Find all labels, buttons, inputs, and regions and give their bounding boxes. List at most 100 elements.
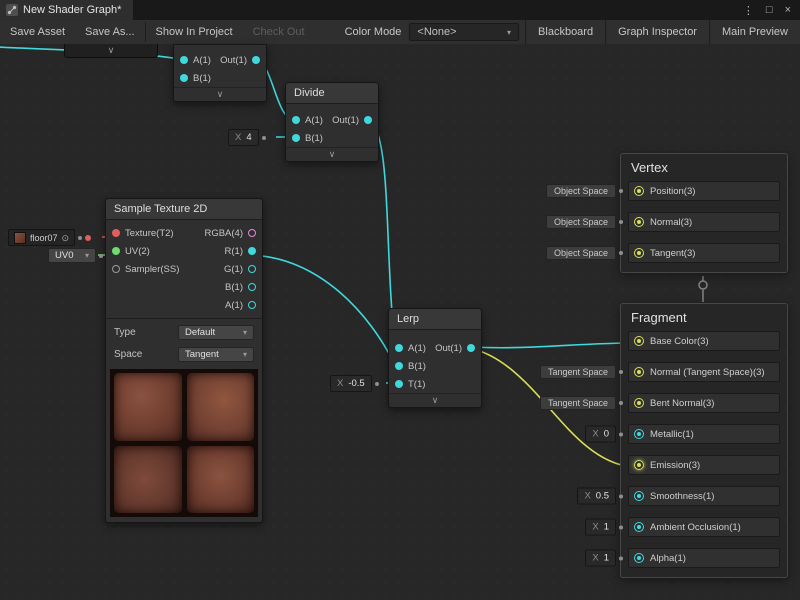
port-label: Texture(T2)	[125, 228, 174, 239]
vertex-row-position[interactable]: Object Space Position(3)	[628, 181, 780, 201]
b-output-port[interactable]	[248, 283, 256, 291]
lerp-a-port[interactable]	[395, 344, 403, 352]
smoothness-port[interactable]	[634, 491, 644, 501]
x-component-value[interactable]: 1	[604, 553, 609, 564]
collapse-control[interactable]: ∨	[286, 147, 378, 161]
fragment-row-smoothness[interactable]: X 0.5 Smoothness(1)	[628, 486, 780, 506]
vertex-row-normal[interactable]: Object Space Normal(3)	[628, 212, 780, 232]
a-output-port[interactable]	[248, 301, 256, 309]
sampler-input-port[interactable]	[112, 265, 120, 273]
fragment-row-metallic[interactable]: X 0 Metallic(1)	[628, 424, 780, 444]
lerp-node[interactable]: Lerp A(1) Out(1) B(1) T(1)	[388, 308, 482, 408]
divide-node[interactable]: Divide A(1) Out(1) B(1) ∨	[285, 82, 379, 162]
texture-object-field[interactable]: floor07 ⊙	[8, 229, 75, 246]
fragment-row-normal[interactable]: Tangent Space Normal (Tangent Space)(3)	[628, 362, 780, 382]
menu-icon[interactable]: ⋮	[743, 4, 754, 17]
close-icon[interactable]: ×	[785, 4, 791, 16]
fragment-row-ambient-occlusion[interactable]: X 1 Ambient Occlusion(1)	[628, 517, 780, 537]
ambient-occlusion-value-field[interactable]: X 1	[585, 519, 616, 536]
r-output-port[interactable]	[248, 247, 256, 255]
collapsed-node[interactable]: ∨	[64, 44, 158, 58]
emission-port[interactable]	[634, 460, 644, 470]
divide-b-port[interactable]	[292, 134, 300, 142]
dropdown-arrow-icon: ▾	[243, 328, 247, 337]
divide-out-port[interactable]	[364, 116, 372, 124]
x-component-value[interactable]: 1	[604, 522, 609, 533]
normal-tangent-space-port[interactable]	[634, 367, 644, 377]
maximize-icon[interactable]: □	[766, 4, 773, 16]
field-connector-dot	[619, 432, 623, 436]
show-in-project-button[interactable]: Show In Project	[146, 20, 243, 44]
fragment-row-alpha[interactable]: X 1 Alpha(1)	[628, 548, 780, 568]
smoothness-value-field[interactable]: X 0.5	[577, 488, 616, 505]
object-space-dropdown[interactable]: Object Space	[546, 184, 616, 198]
x-component-value[interactable]: 0	[604, 429, 609, 440]
collapse-control[interactable]: ∨	[174, 87, 266, 101]
chevron-down-icon[interactable]: ∨	[108, 46, 115, 55]
graph-canvas[interactable]: ∨ A(1) Out(1) B(1) ∨	[0, 44, 800, 600]
x-component-value[interactable]: 0.5	[596, 491, 609, 502]
bent-normal-space-widget: Tangent Space	[540, 396, 623, 410]
sample-texture-2d-node[interactable]: Sample Texture 2D Texture(T2) RGBA(4) UV…	[105, 198, 263, 523]
alpha-value-field[interactable]: X 1	[585, 550, 616, 567]
document-tab[interactable]: New Shader Graph*	[0, 0, 133, 20]
object-space-dropdown[interactable]: Object Space	[546, 215, 616, 229]
lerp-out-port[interactable]	[467, 344, 475, 352]
uv-channel-dropdown[interactable]: UV0 ▾	[48, 248, 96, 263]
normal-port[interactable]	[634, 217, 644, 227]
divide-b-value-field[interactable]: X 4	[228, 129, 259, 146]
x-component-value[interactable]: -0.5	[348, 378, 364, 389]
g-output-port[interactable]	[248, 265, 256, 273]
tangent-space-dropdown[interactable]: Tangent Space	[540, 396, 616, 410]
bent-normal-port[interactable]	[634, 398, 644, 408]
save-asset-button[interactable]: Save Asset	[0, 20, 75, 44]
tangent-space-dropdown[interactable]: Tangent Space	[540, 365, 616, 379]
color-mode-dropdown[interactable]: <None> ▾	[409, 23, 519, 41]
color-mode-value: <None>	[417, 26, 456, 38]
multiply-b-port[interactable]	[180, 74, 188, 82]
space-dropdown[interactable]: Tangent ▾	[178, 347, 254, 362]
base-color-port[interactable]	[634, 336, 644, 346]
texture-input-port[interactable]	[112, 229, 120, 237]
multiply-out-port[interactable]	[252, 56, 260, 64]
texture-stub-port[interactable]	[85, 235, 91, 241]
lerp-t-value-field[interactable]: X -0.5	[330, 375, 372, 392]
texture-name: floor07	[30, 233, 58, 243]
blackboard-toggle-button[interactable]: Blackboard	[525, 20, 605, 44]
tangent-port[interactable]	[634, 248, 644, 258]
metallic-value-field[interactable]: X 0	[585, 426, 616, 443]
vertex-block[interactable]: Vertex Object Space Position(3) Object S…	[620, 153, 788, 273]
fragment-row-base-color[interactable]: Base Color(3)	[628, 331, 780, 351]
alpha-port[interactable]	[634, 553, 644, 563]
save-as-button[interactable]: Save As...	[75, 20, 145, 44]
fragment-row-bent-normal[interactable]: Tangent Space Bent Normal(3)	[628, 393, 780, 413]
x-component-value[interactable]: 4	[246, 132, 251, 143]
main-preview-toggle-button[interactable]: Main Preview	[709, 20, 800, 44]
object-picker-icon[interactable]: ⊙	[62, 233, 70, 243]
uv-input-port[interactable]	[112, 247, 120, 255]
wire-lerp-to-base-color[interactable]	[470, 343, 632, 348]
metallic-port[interactable]	[634, 429, 644, 439]
wire-sample-r-to-lerp-b[interactable]	[251, 255, 395, 365]
type-dropdown[interactable]: Default ▾	[178, 325, 254, 340]
lerp-b-port[interactable]	[395, 362, 403, 370]
port-label: R(1)	[225, 246, 243, 257]
field-connector-dot	[619, 370, 623, 374]
lerp-t-port[interactable]	[395, 380, 403, 388]
divide-a-port[interactable]	[292, 116, 300, 124]
rgba-output-port[interactable]	[248, 229, 256, 237]
object-space-dropdown[interactable]: Object Space	[546, 246, 616, 260]
chevron-down-icon: ∨	[329, 150, 336, 159]
type-value: Default	[185, 327, 215, 338]
ambient-occlusion-port[interactable]	[634, 522, 644, 532]
fragment-row-emission[interactable]: Emission(3)	[628, 455, 780, 475]
collapse-control[interactable]: ∨	[389, 393, 481, 407]
vertex-row-tangent[interactable]: Object Space Tangent(3)	[628, 243, 780, 263]
fragment-block[interactable]: Fragment Base Color(3) Tangent Space Nor…	[620, 303, 788, 578]
multiply-a-port[interactable]	[180, 56, 188, 64]
field-connector-dot	[78, 236, 82, 240]
graph-inspector-toggle-button[interactable]: Graph Inspector	[605, 20, 709, 44]
space-value: Tangent	[185, 349, 219, 360]
position-port[interactable]	[634, 186, 644, 196]
multiply-node[interactable]: A(1) Out(1) B(1) ∨	[173, 44, 267, 102]
